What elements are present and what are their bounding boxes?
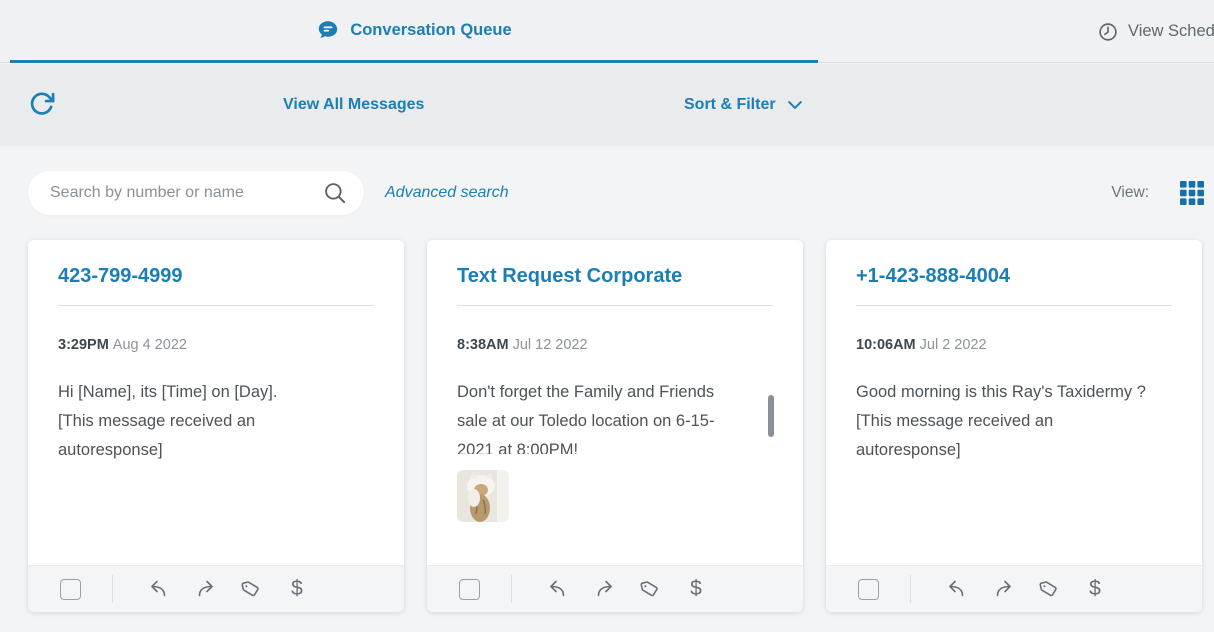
queue-toolbar: View All Messages Sort & Filter: [0, 64, 1214, 146]
conversation-card[interactable]: Text Request Corporate 8:38AMJul 12 2022…: [427, 240, 803, 612]
card-footer: $: [28, 565, 404, 612]
tag-icon[interactable]: [239, 577, 263, 601]
forward-icon[interactable]: [193, 577, 217, 601]
card-date: Jul 2 2022: [920, 337, 987, 353]
conversation-card[interactable]: +1-423-888-4004 10:06AMJul 2 2022 Good m…: [826, 240, 1202, 612]
search-icon[interactable]: [322, 180, 348, 206]
card-timestamp: 3:29PMAug 4 2022: [58, 337, 374, 353]
tab-view-scheduled-label: View Scheduled: [1128, 22, 1214, 41]
card-footer: $: [427, 565, 803, 612]
card-footer: $: [826, 565, 1202, 612]
select-checkbox[interactable]: [60, 579, 81, 600]
tag-icon[interactable]: [638, 577, 662, 601]
conversation-card[interactable]: 423-799-4999 3:29PMAug 4 2022 Hi [Name],…: [28, 240, 404, 612]
reply-icon[interactable]: [147, 577, 171, 601]
dollar-icon[interactable]: $: [684, 577, 708, 601]
card-date: Jul 12 2022: [513, 337, 588, 353]
view-label: View:: [1111, 184, 1149, 202]
tab-conversation-queue-label: Conversation Queue: [350, 21, 511, 40]
footer-actions: $: [945, 577, 1107, 601]
card-message: Good morning is this Ray's Taxidermy ? […: [856, 378, 1158, 465]
search-bar: [28, 171, 364, 215]
reply-icon[interactable]: [945, 577, 969, 601]
conversation-cards: 423-799-4999 3:29PMAug 4 2022 Hi [Name],…: [28, 240, 1202, 612]
card-message: Don't forget the Family and Friends sale…: [457, 378, 759, 454]
card-title[interactable]: +1-423-888-4004: [856, 265, 1172, 288]
app-root: Conversation Queue View Scheduled View A…: [0, 0, 1214, 632]
reply-icon[interactable]: [546, 577, 570, 601]
tab-bar: Conversation Queue View Scheduled: [0, 0, 1214, 63]
card-divider: [856, 305, 1172, 306]
footer-divider: [511, 575, 512, 603]
select-checkbox[interactable]: [459, 579, 480, 600]
tag-icon[interactable]: [1037, 577, 1061, 601]
grid-view-icon[interactable]: [1179, 180, 1205, 206]
footer-actions: $: [147, 577, 309, 601]
refresh-button[interactable]: [27, 90, 57, 120]
view-controls: View:: [1111, 171, 1205, 215]
card-title[interactable]: 423-799-4999: [58, 265, 374, 288]
card-time: 3:29PM: [58, 337, 109, 353]
card-timestamp: 10:06AMJul 2 2022: [856, 337, 1172, 353]
forward-icon[interactable]: [991, 577, 1015, 601]
card-title[interactable]: Text Request Corporate: [457, 265, 773, 288]
card-time: 8:38AM: [457, 337, 509, 353]
forward-icon[interactable]: [592, 577, 616, 601]
chevron-down-icon: [785, 95, 805, 115]
search-input[interactable]: [50, 184, 322, 202]
message-scrollbar[interactable]: [768, 395, 774, 437]
card-date: Aug 4 2022: [113, 337, 187, 353]
view-all-messages-link[interactable]: View All Messages: [283, 64, 424, 146]
select-checkbox[interactable]: [858, 579, 879, 600]
footer-divider: [112, 575, 113, 603]
clock-icon: [1097, 21, 1119, 43]
dollar-icon[interactable]: $: [1083, 577, 1107, 601]
advanced-search-link[interactable]: Advanced search: [385, 171, 509, 215]
tab-view-scheduled[interactable]: View Scheduled: [1097, 0, 1214, 63]
content-area: Advanced search View: 423-799-4999 3:29P…: [0, 146, 1214, 632]
tab-conversation-queue[interactable]: Conversation Queue: [10, 0, 818, 63]
card-timestamp: 8:38AMJul 12 2022: [457, 337, 773, 353]
card-divider: [58, 305, 374, 306]
card-divider: [457, 305, 773, 306]
dollar-icon[interactable]: $: [285, 577, 309, 601]
sort-filter-label: Sort & Filter: [684, 96, 776, 114]
footer-divider: [910, 575, 911, 603]
attachment-thumbnail[interactable]: [457, 470, 509, 522]
footer-actions: $: [546, 577, 708, 601]
card-message: Hi [Name], its [Time] on [Day]. [This me…: [58, 378, 360, 465]
card-time: 10:06AM: [856, 337, 916, 353]
sort-filter-dropdown[interactable]: Sort & Filter: [684, 64, 805, 146]
speech-bubble-icon: [316, 18, 340, 42]
